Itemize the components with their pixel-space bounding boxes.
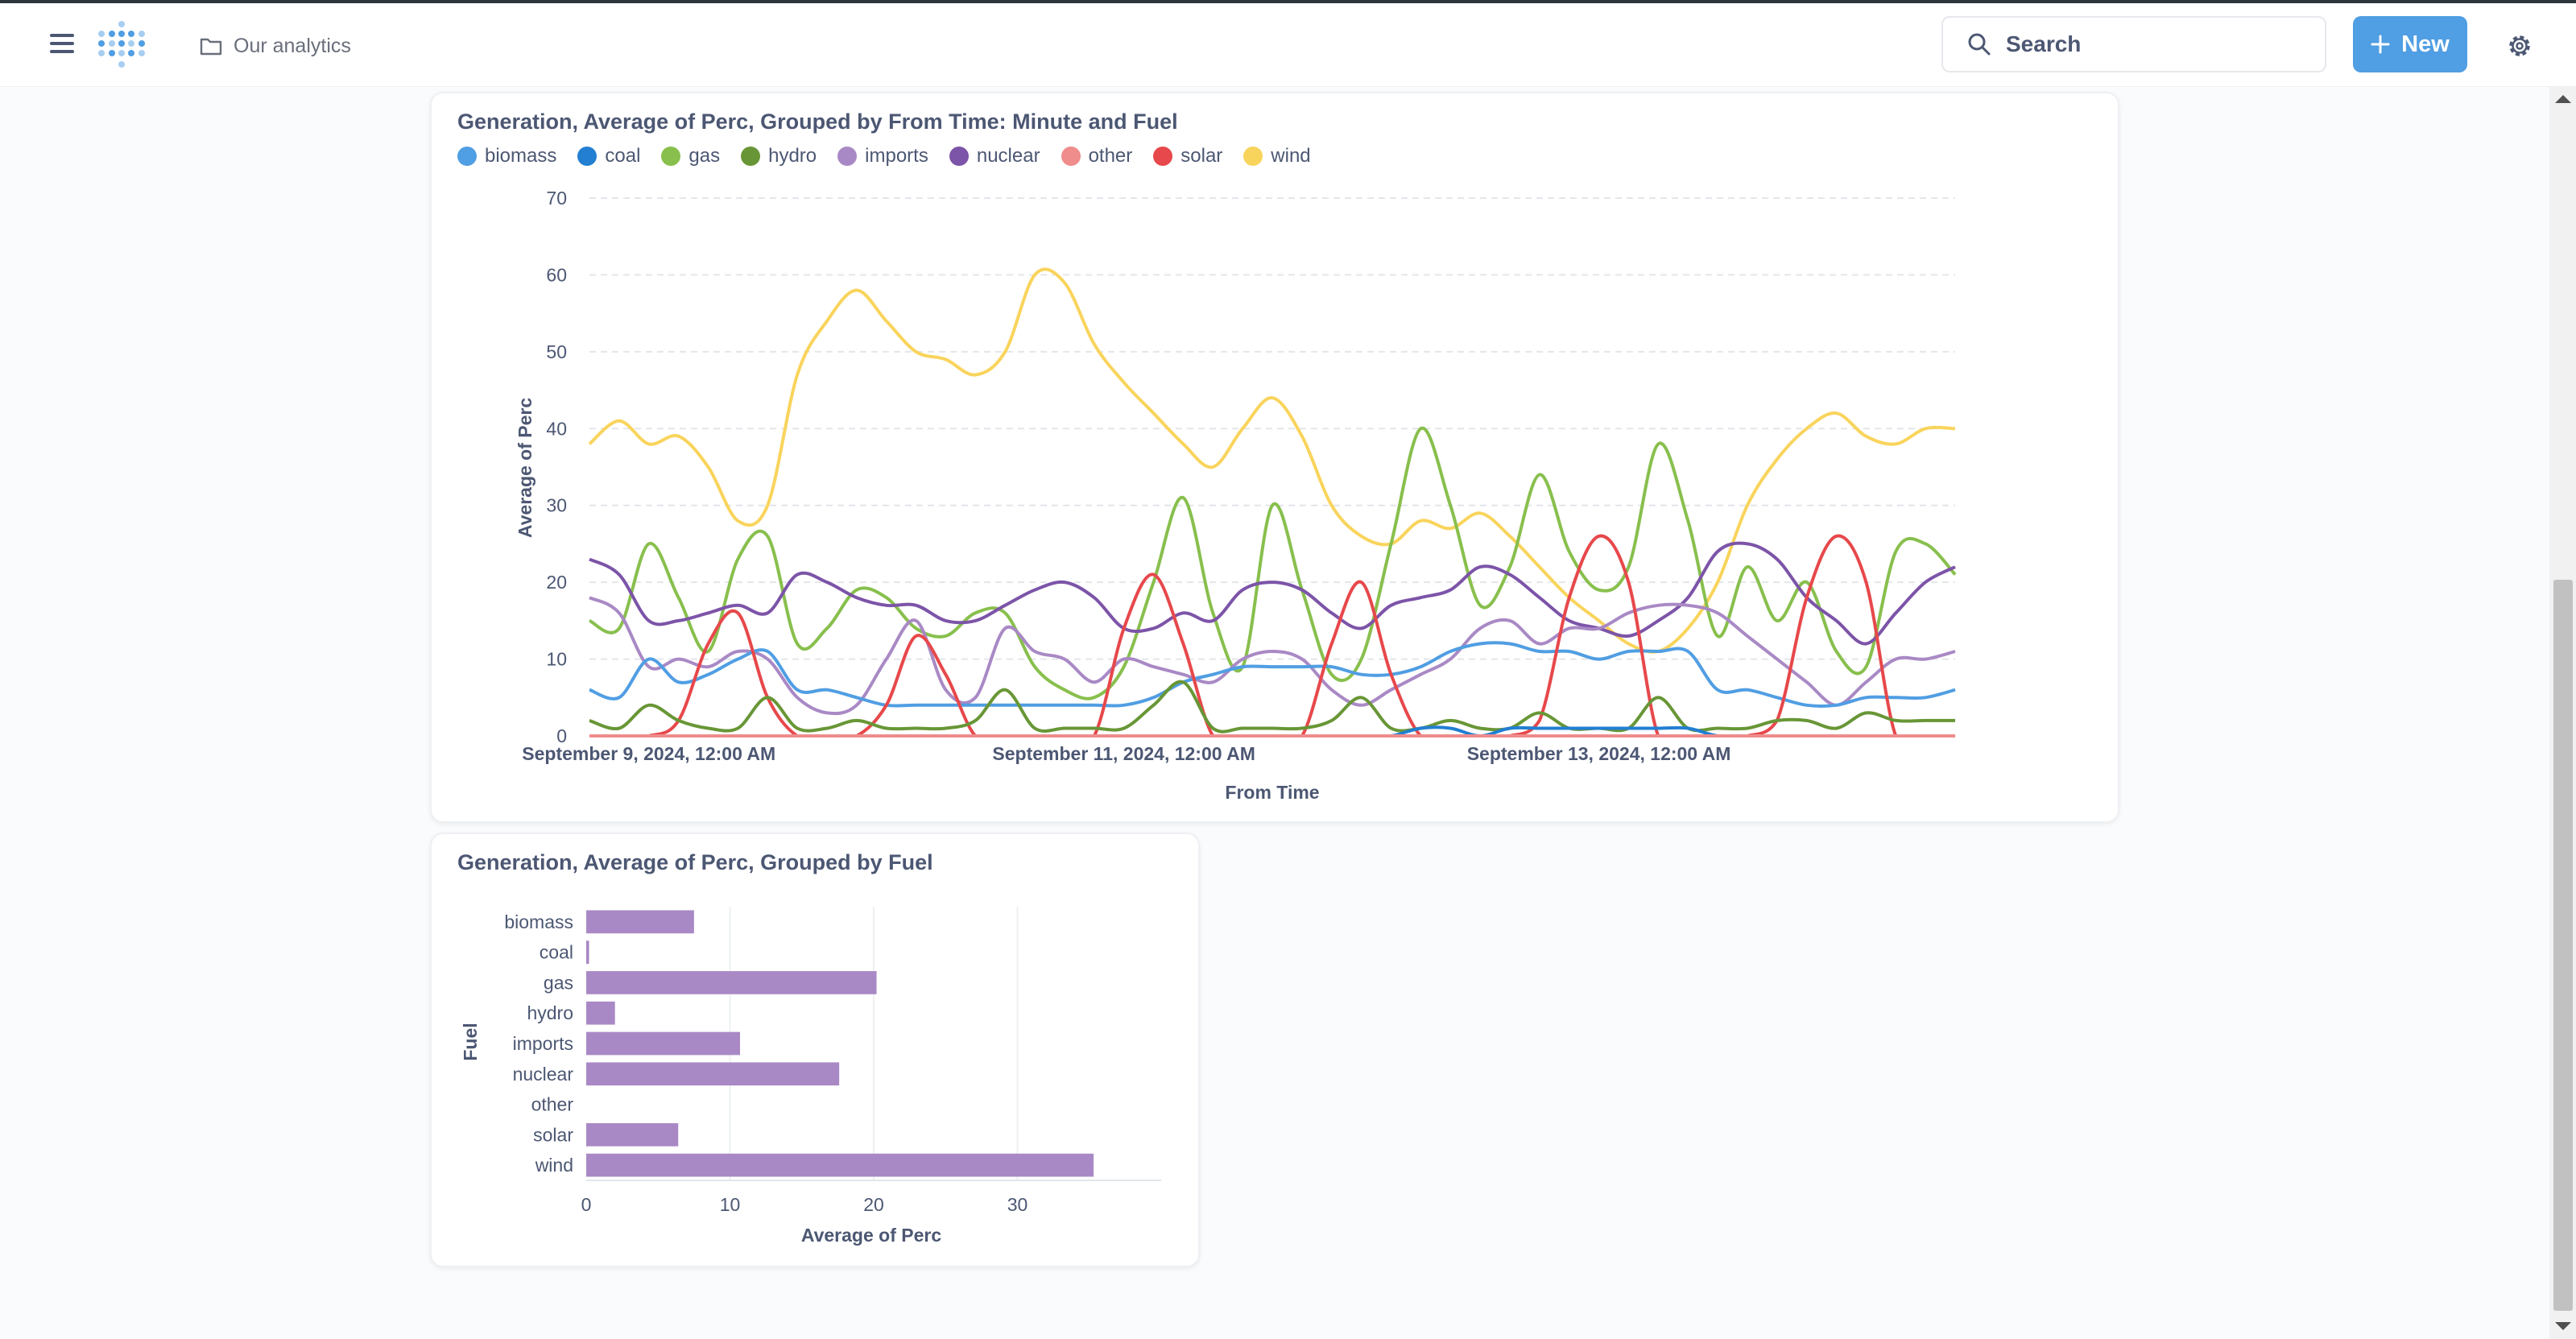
bar-chart: biomass coal gas hydro imports nuclear other so… <box>460 907 1161 1246</box>
y-tick-label: 60 <box>546 264 567 285</box>
new-button-label: New <box>2401 31 2450 57</box>
line-chart-x-axis-label: From Time <box>1225 782 1319 803</box>
bar-chart-y-axis-label: Fuel <box>460 1023 481 1060</box>
x-tick-label: 30 <box>1007 1194 1028 1215</box>
bar-coal[interactable] <box>586 940 589 965</box>
y-tick-label: 70 <box>546 188 567 209</box>
x-tick-label: September 13, 2024, 12:00 AM <box>1467 743 1731 764</box>
bar-wind[interactable] <box>586 1153 1094 1177</box>
category-label: biomass <box>504 911 573 932</box>
scrollbar-thumb[interactable] <box>2553 580 2573 1311</box>
category-label: hydro <box>527 1002 573 1023</box>
bar-biomass[interactable] <box>586 910 694 934</box>
bar-gas[interactable] <box>586 971 877 994</box>
folder-icon <box>200 38 222 56</box>
category-label: wind <box>535 1155 573 1176</box>
series-line-gas[interactable] <box>589 426 1957 700</box>
bar-solar[interactable] <box>586 1122 679 1147</box>
bar-chart-x-axis-label: Average of Perc <box>801 1225 941 1246</box>
search-placeholder: Search <box>2006 31 2082 56</box>
series-line-nuclear[interactable] <box>589 541 1956 646</box>
x-tick-label: September 11, 2024, 12:00 AM <box>992 743 1255 764</box>
bar-hydro[interactable] <box>586 1001 615 1025</box>
line-chart-card: Generation, Average of Perc, Grouped by … <box>430 92 2119 823</box>
bar-nuclear[interactable] <box>586 1062 840 1086</box>
line-chart: 010203040506070 September 9, 2024, 12:00… <box>515 188 1957 803</box>
line-chart-y-axis-label: Average of Perc <box>515 398 535 538</box>
series-line-wind[interactable] <box>588 267 1956 654</box>
bar-chart-card: Generation, Average of Perc, Grouped by … <box>430 833 1200 1267</box>
gear-icon[interactable] <box>2504 31 2535 61</box>
y-tick-label: 50 <box>546 341 567 362</box>
x-tick-label: September 9, 2024, 12:00 AM <box>522 743 775 764</box>
search-input[interactable]: Search <box>1941 16 2326 72</box>
x-tick-label: 10 <box>720 1194 741 1215</box>
x-tick-label: 20 <box>863 1194 884 1215</box>
scroll-down-arrow-icon[interactable] <box>2555 1322 2571 1330</box>
app-header: Our analytics Search New <box>0 3 2576 87</box>
y-tick-label: 10 <box>546 649 567 670</box>
category-label: coal <box>540 942 573 963</box>
plus-icon <box>2371 35 2390 54</box>
y-tick-label: 20 <box>546 572 567 593</box>
breadcrumb-label: Our analytics <box>234 34 351 57</box>
breadcrumb-collection[interactable]: Our analytics <box>200 32 351 60</box>
category-label: gas <box>544 972 573 993</box>
search-icon <box>1968 33 1991 56</box>
scroll-up-arrow-icon[interactable] <box>2555 95 2571 103</box>
category-label: other <box>531 1094 574 1115</box>
y-tick-label: 40 <box>546 418 567 439</box>
bar-imports[interactable] <box>586 1031 740 1056</box>
category-label: imports <box>513 1033 573 1054</box>
category-label: solar <box>533 1124 573 1145</box>
x-tick-label: 0 <box>581 1194 592 1215</box>
series-line-imports[interactable] <box>589 596 1956 716</box>
y-tick-label: 30 <box>546 495 567 516</box>
category-label: nuclear <box>513 1064 574 1085</box>
new-button[interactable]: New <box>2353 16 2467 72</box>
metabase-logo-icon[interactable] <box>97 19 147 71</box>
menu-icon[interactable] <box>50 34 74 55</box>
